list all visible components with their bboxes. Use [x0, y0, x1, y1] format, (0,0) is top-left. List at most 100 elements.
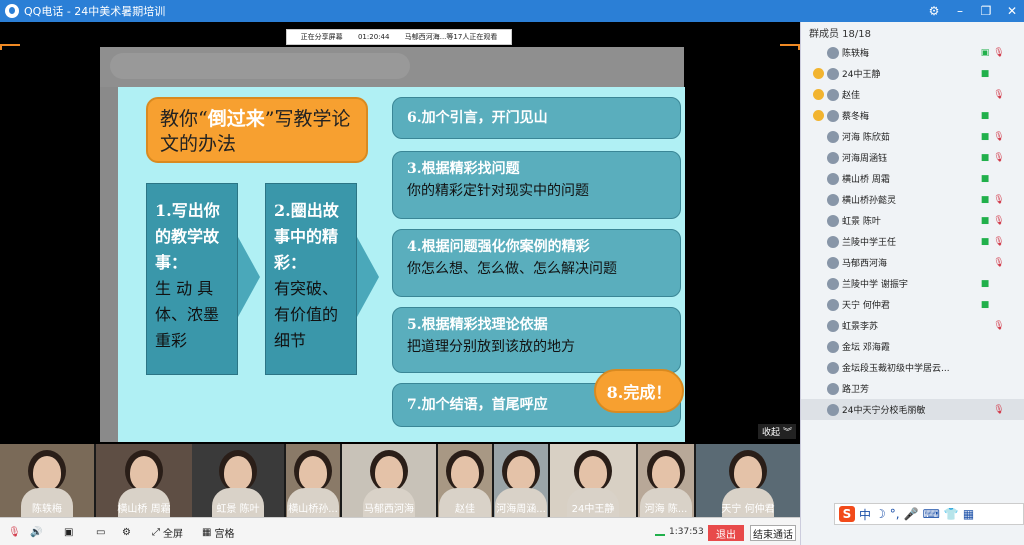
close-icon[interactable]: ✕	[1004, 4, 1020, 18]
step-2-sub: 有突破、有价值的细节	[274, 279, 339, 350]
member-row[interactable]: 赵佳 🎙	[801, 84, 1024, 105]
minimize-icon[interactable]: –	[952, 4, 968, 18]
sogou-logo-icon[interactable]: S	[839, 506, 855, 522]
member-row[interactable]: 虹景 陈叶 ■ 🎙	[801, 210, 1024, 231]
member-row[interactable]: 兰陵中学 谢振宇 ■	[801, 273, 1024, 294]
mic-muted-icon: 🎙	[993, 215, 1005, 226]
mic-muted-icon: 🎙	[993, 152, 1005, 163]
grid-view-button[interactable]: ▦ 宫格	[202, 524, 234, 540]
camera-icon[interactable]: ▣	[64, 524, 73, 540]
member-row[interactable]: 蔡冬梅 ■	[801, 105, 1024, 126]
user-presence-icon	[813, 89, 824, 100]
avatar	[827, 277, 839, 290]
qq-call-logo-icon	[5, 4, 19, 18]
moon-icon[interactable]: ☽	[875, 507, 886, 521]
member-row[interactable]: 路卫芳	[801, 378, 1024, 399]
share-status-label: 正在分享屏幕	[300, 33, 343, 41]
member-row[interactable]: 天宁 何仲君 ■	[801, 294, 1024, 315]
video-thumbnail-label: 陈轶梅	[32, 504, 62, 515]
avatar	[827, 109, 839, 122]
member-row[interactable]: 金坛 邓海霞	[801, 336, 1024, 357]
camera-on-icon: ■	[980, 110, 990, 121]
mic-muted-icon: 🎙	[993, 47, 1005, 58]
avatar	[827, 319, 839, 332]
fullscreen-button[interactable]: ⤢ 全屏	[152, 524, 183, 540]
member-name: 24中天宁分校毛丽敏	[842, 406, 926, 416]
member-name: 横山桥 周霜	[842, 175, 890, 185]
video-thumbnail[interactable]: 河海周涵...	[494, 444, 548, 517]
video-thumbnail[interactable]: 陈轶梅	[0, 444, 94, 517]
video-thumbnail[interactable]: 赵佳	[438, 444, 492, 517]
member-row[interactable]: 兰陵中学王任 ■ 🎙	[801, 231, 1024, 252]
title-bar: QQ电话 - 24中美术暑期培训 ⚙ – ❐ ✕	[0, 0, 1024, 22]
collapse-button[interactable]: 收起 ︾	[758, 424, 797, 439]
voice-icon[interactable]: 🎤	[904, 507, 919, 521]
member-row[interactable]: 横山桥孙懿灵 ■ 🎙	[801, 189, 1024, 210]
avatar	[827, 256, 839, 269]
video-thumbnail[interactable]: 横山桥 周霜	[96, 444, 192, 517]
maximize-icon[interactable]: ❐	[978, 4, 994, 18]
ime-mode[interactable]: 中	[859, 506, 871, 523]
member-row[interactable]: 24中天宁分校毛丽敏 🎙	[801, 399, 1024, 420]
settings-gear-icon[interactable]: ⚙	[926, 4, 942, 18]
camera-on-icon: ■	[980, 194, 990, 205]
call-toolbar: 🎙 🔊 ▣ ▭ ⚙ ⤢ 全屏 ▦ 宫格 1:37:53 退出 结束通话	[0, 517, 800, 545]
skin-icon[interactable]: 👕	[944, 507, 959, 521]
avatar	[827, 130, 839, 143]
screen-share-icon[interactable]: ▭	[96, 524, 105, 540]
share-status-time: 01:20:44	[357, 33, 390, 41]
member-row[interactable]: 横山桥 周霜 ■	[801, 168, 1024, 189]
punctuation-icon[interactable]: °,	[890, 507, 900, 521]
mic-muted-icon: 🎙	[993, 236, 1005, 247]
user-presence-icon	[813, 68, 824, 79]
member-name: 金坛段玉裁初级中学居云...	[842, 364, 950, 374]
member-row[interactable]: 金坛段玉裁初级中学居云...	[801, 357, 1024, 378]
avatar	[827, 298, 839, 311]
member-name: 兰陵中学王任	[842, 238, 897, 248]
member-row[interactable]: 24中王静 ■	[801, 63, 1024, 84]
mic-muted-icon: 🎙	[993, 194, 1005, 205]
member-name: 马郁西河海	[842, 259, 888, 269]
avatar	[827, 403, 839, 416]
avatar	[827, 46, 839, 59]
video-thumbnail[interactable]: 天宁 何仲君	[696, 444, 800, 517]
exit-button[interactable]: 退出	[708, 525, 744, 541]
camera-on-icon: ■	[980, 215, 990, 226]
member-row[interactable]: 河海 陈欣茹 ■ 🎙	[801, 126, 1024, 147]
step-2-title: 2.圈出故事中的精彩：	[274, 201, 339, 272]
step-8-done: 8.完成！	[594, 369, 684, 413]
share-status-bar: 正在分享屏幕 01:20:44 马郁西河海...等17人正在观看	[286, 29, 512, 45]
video-thumbnail-label: 马郁西河海	[364, 504, 414, 515]
video-thumbnail[interactable]: 24中王静	[550, 444, 636, 517]
avatar	[827, 193, 839, 206]
avatar	[827, 172, 839, 185]
video-thumbnail[interactable]: 马郁西河海	[342, 444, 436, 517]
camera-on-icon: ■	[980, 236, 990, 247]
member-name: 路卫芳	[842, 385, 870, 395]
member-row[interactable]: 马郁西河海 🎙	[801, 252, 1024, 273]
step-6: 6.加个引言，开门见山	[392, 97, 681, 139]
mic-muted-icon[interactable]: 🎙	[8, 524, 21, 540]
member-row[interactable]: 河海周涵钰 ■ 🎙	[801, 147, 1024, 168]
avatar	[827, 235, 839, 248]
member-panel-header: 群成员 18/18	[809, 29, 871, 40]
avatar	[827, 214, 839, 227]
video-thumbnail[interactable]: 虹景 陈叶	[192, 444, 284, 517]
member-name: 赵佳	[842, 91, 861, 101]
member-name: 虹景 陈叶	[842, 217, 881, 227]
camera-on-icon: ■	[980, 152, 990, 163]
video-thumbnail[interactable]: 河海 陈...	[638, 444, 694, 517]
step-3: 3.根据精彩找问题 你的精彩定针对现实中的问题	[392, 151, 681, 219]
step-box-1: 1.写出你的教学故事： 生 动 具 体、浓墨重彩	[146, 183, 238, 375]
member-name: 金坛 邓海霞	[842, 343, 890, 353]
member-row[interactable]: 虹景李苏 🎙	[801, 315, 1024, 336]
speaker-icon[interactable]: 🔊	[30, 524, 42, 540]
member-name: 河海周涵钰	[842, 154, 888, 164]
video-thumbnail-label: 虹景 陈叶	[216, 504, 260, 515]
video-thumbnail[interactable]: 横山桥孙...	[286, 444, 340, 517]
end-call-button[interactable]: 结束通话	[750, 525, 796, 541]
settings-icon[interactable]: ⚙	[122, 524, 131, 540]
keyboard-icon[interactable]: ⌨	[923, 507, 940, 521]
toolbox-icon[interactable]: ▦	[963, 507, 974, 521]
member-row[interactable]: 陈轶梅 ▣ 🎙	[801, 42, 1024, 63]
